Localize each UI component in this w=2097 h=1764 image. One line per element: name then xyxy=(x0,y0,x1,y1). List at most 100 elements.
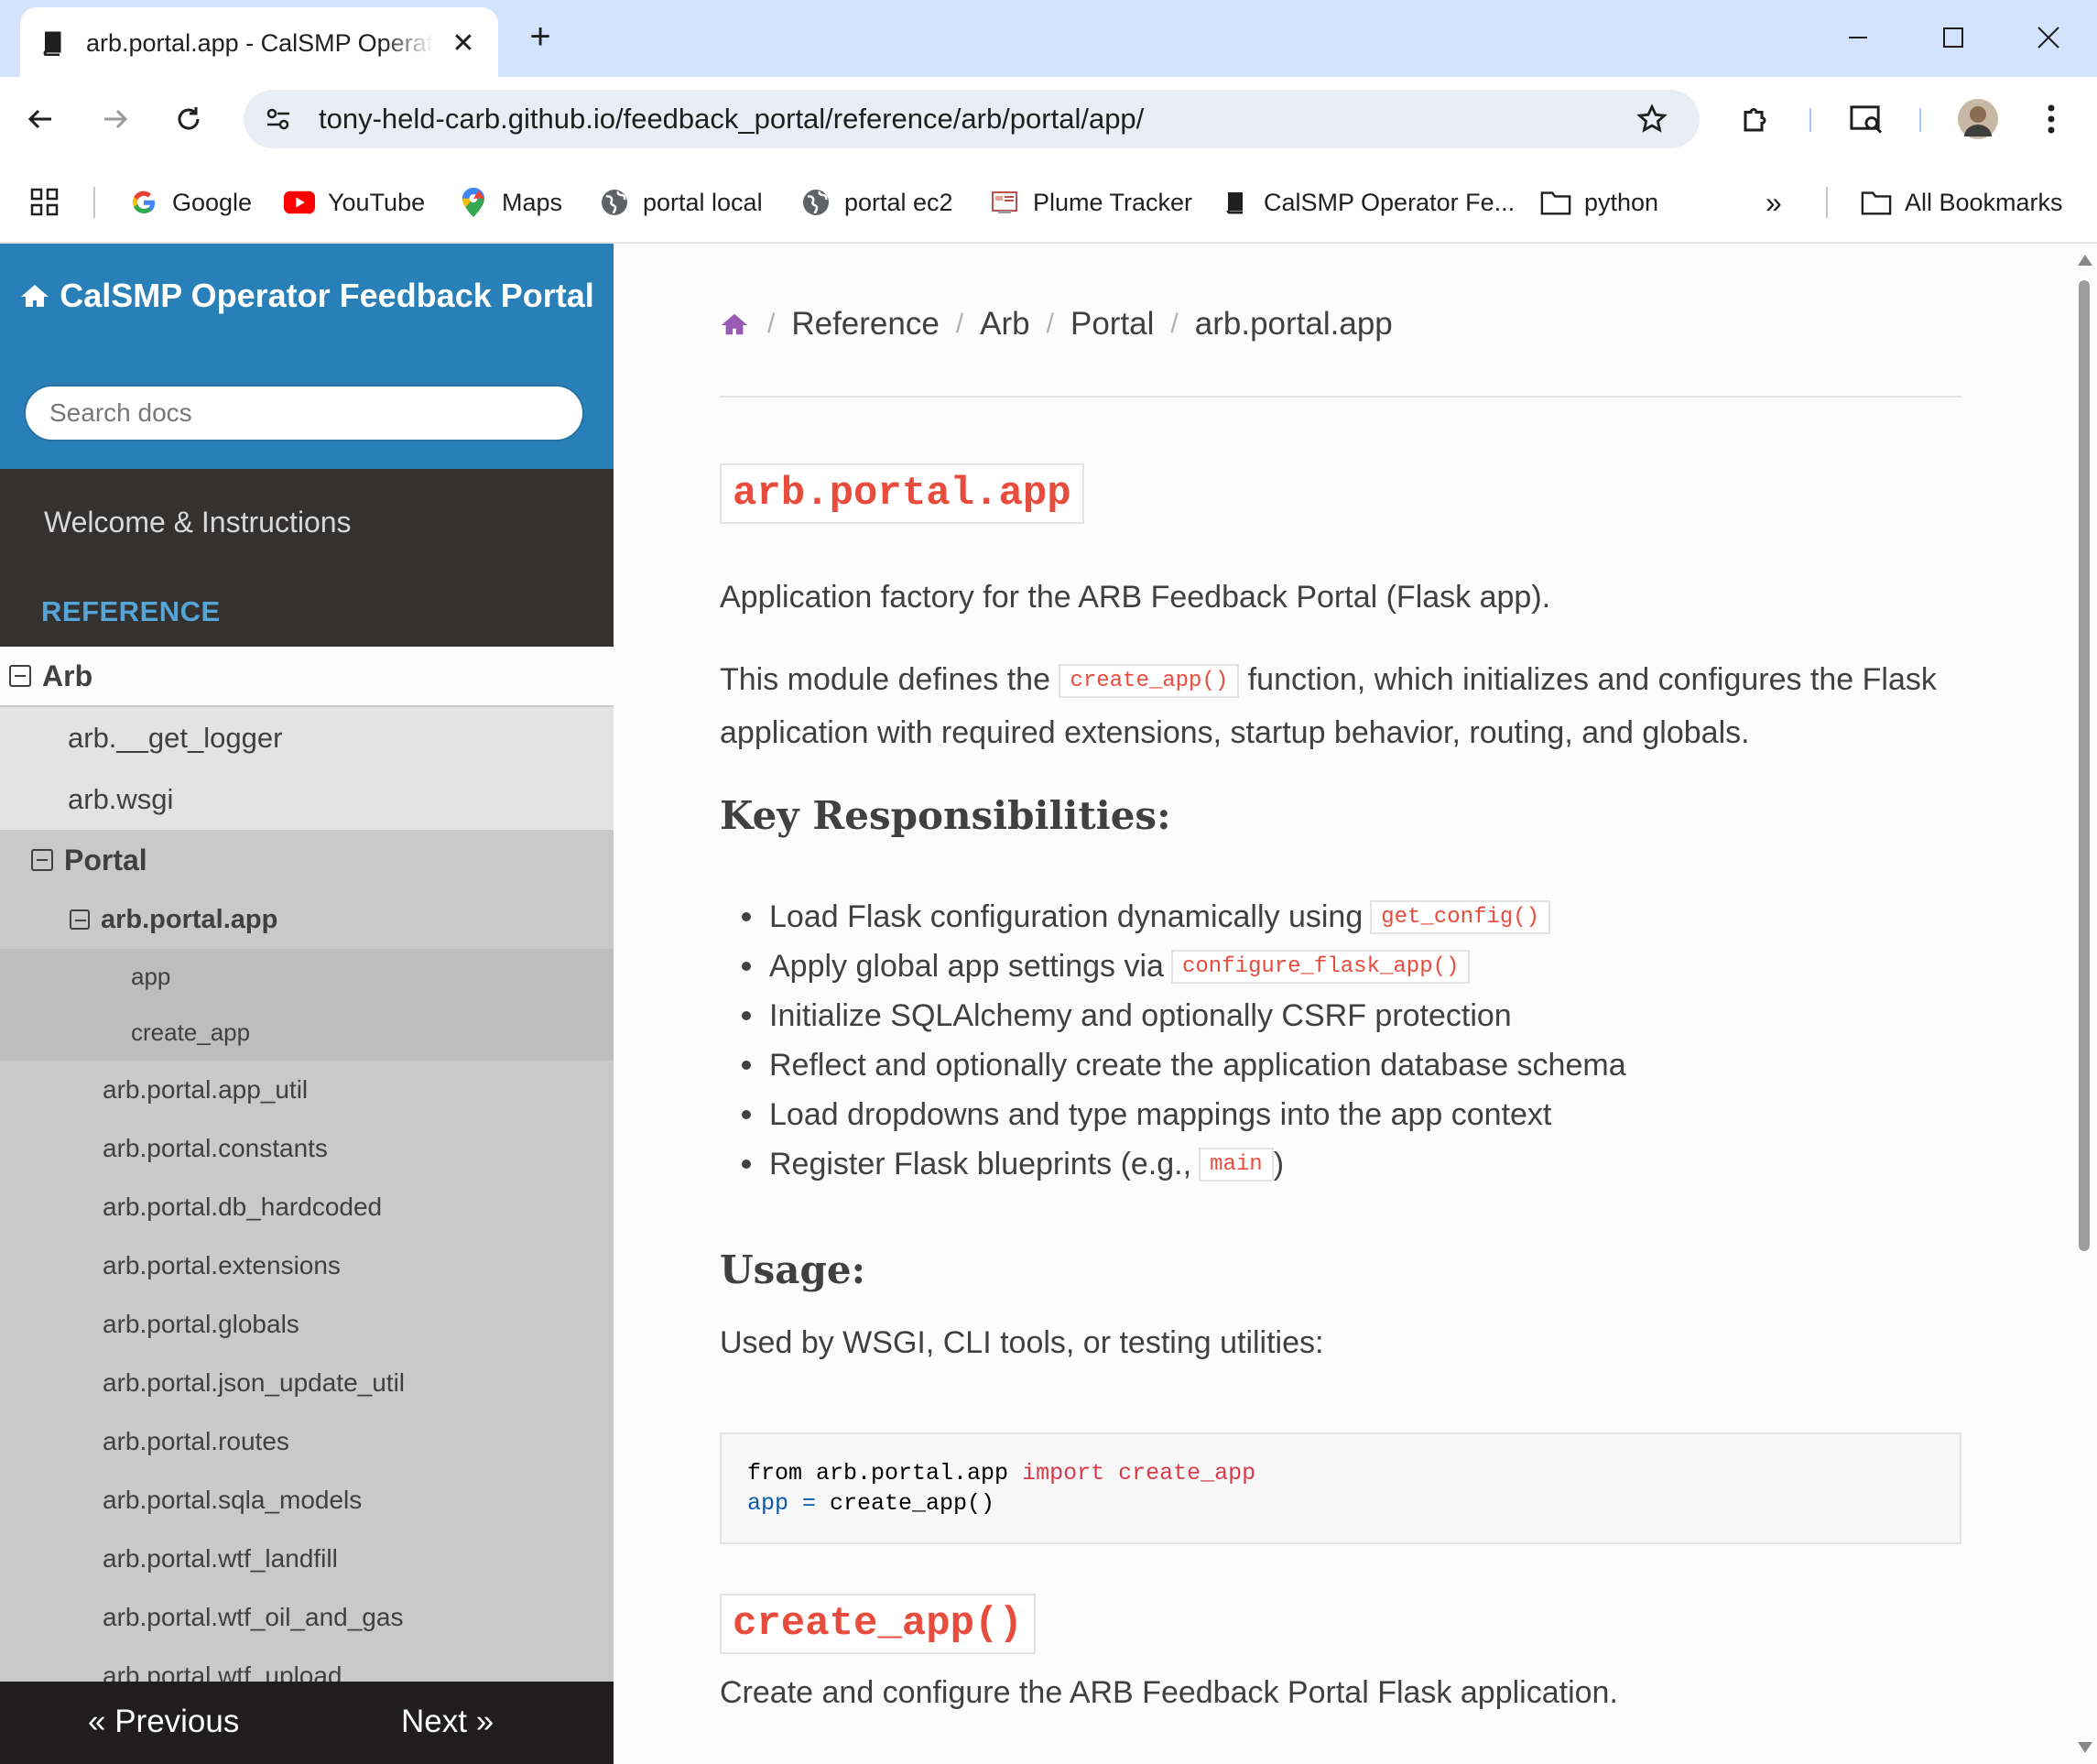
list-item: Apply global app settings via configure_f… xyxy=(742,942,1932,991)
sidebar-item-module[interactable]: arb.portal.wtf_oil_and_gas xyxy=(0,1588,614,1647)
address-bar[interactable]: tony-held-carb.github.io/feedback_portal… xyxy=(244,90,1700,148)
breadcrumb: / Reference / Arb / Portal / arb.portal.… xyxy=(720,306,1393,343)
code-token: app xyxy=(747,1490,789,1517)
bookmark-portal-local[interactable]: portal local xyxy=(599,181,763,223)
page-scrollbar[interactable] xyxy=(2071,244,2097,1764)
function-description: Create and configure the ARB Feedback Po… xyxy=(720,1675,1618,1710)
profile-avatar[interactable] xyxy=(1954,95,2002,143)
plume-tracker-icon xyxy=(989,187,1020,218)
breadcrumb-portal[interactable]: Portal xyxy=(1070,306,1154,343)
bookmark-maps[interactable]: Maps xyxy=(458,181,562,223)
home-icon[interactable] xyxy=(720,309,751,340)
tab-search-icon[interactable] xyxy=(1842,95,1890,143)
bookmark-label: portal ec2 xyxy=(844,188,953,216)
bookmark-youtube[interactable]: YouTube xyxy=(284,181,425,223)
maximize-icon[interactable] xyxy=(1930,15,1976,60)
previous-page-link[interactable]: « Previous xyxy=(88,1704,239,1740)
sidebar-item-module[interactable]: arb.portal.globals xyxy=(0,1295,614,1354)
sidebar-item-module[interactable]: arb.portal.json_update_util xyxy=(0,1354,614,1412)
bookmark-calsmp[interactable]: CalSMP Operator Fe... xyxy=(1220,181,1515,223)
list-item-text: Load dropdowns and type mappings into th… xyxy=(769,1096,1552,1132)
list-item-text: Register Flask blueprints (e.g., xyxy=(769,1146,1192,1181)
bookmark-google[interactable]: Google xyxy=(128,181,252,223)
inline-code[interactable]: configure_flask_app() xyxy=(1170,949,1471,984)
youtube-icon xyxy=(284,187,315,218)
browser-toolbar: tony-held-carb.github.io/feedback_portal… xyxy=(0,77,2097,161)
sidebar-item-arb-get-logger[interactable]: arb.__get_logger xyxy=(0,707,614,768)
divider xyxy=(720,396,1961,397)
bookmark-label: python xyxy=(1584,188,1659,216)
bookmark-star-icon[interactable] xyxy=(1632,99,1672,139)
scroll-thumb[interactable] xyxy=(2079,280,2090,1251)
usage-paragraph: Used by WSGI, CLI tools, or testing util… xyxy=(720,1325,1324,1360)
breadcrumb-current: arb.portal.app xyxy=(1194,306,1393,342)
code-block[interactable]: from arb.portal.app import create_app ap… xyxy=(720,1432,1961,1544)
browser-tab[interactable]: arb.portal.app - CalSMP Operator Feedbac… xyxy=(20,7,498,79)
back-icon[interactable] xyxy=(16,95,64,143)
breadcrumb-reference[interactable]: Reference xyxy=(791,306,939,343)
menu-icon[interactable] xyxy=(2027,95,2075,143)
bookmark-portal-ec2[interactable]: portal ec2 xyxy=(800,181,953,223)
sidebar-item-portal-app[interactable]: arb.portal.app xyxy=(0,890,614,949)
collapse-toggle-icon[interactable] xyxy=(31,849,53,871)
site-title-link[interactable]: CalSMP Operator Feedback Portal xyxy=(0,278,614,313)
sidebar-item-welcome[interactable]: Welcome & Instructions xyxy=(44,506,352,539)
inline-code[interactable]: main xyxy=(1199,1147,1274,1181)
minimize-icon[interactable] xyxy=(1835,15,1881,60)
sidebar-item-module[interactable]: arb.portal.app_util xyxy=(0,1061,614,1119)
intro-paragraph: Application factory for the ARB Feedback… xyxy=(720,580,1551,615)
next-page-link[interactable]: Next » xyxy=(401,1704,494,1740)
book-icon xyxy=(38,29,66,57)
reload-icon[interactable] xyxy=(165,95,212,143)
sidebar-item-create-app[interactable]: create_app xyxy=(0,1005,614,1061)
sidebar-item-module[interactable]: arb.portal.wtf_landfill xyxy=(0,1530,614,1588)
sidebar-item-portal[interactable]: Portal xyxy=(0,830,614,890)
bookmarks-divider xyxy=(93,187,95,218)
bookmark-plume-tracker[interactable]: Plume Tracker xyxy=(989,181,1192,223)
new-tab-icon[interactable]: + xyxy=(522,18,559,55)
sidebar-item-module[interactable]: arb.portal.extensions xyxy=(0,1236,614,1295)
toolbar-divider xyxy=(1919,108,1921,132)
inline-code[interactable]: create_app() xyxy=(1059,664,1240,699)
breadcrumb-separator: / xyxy=(1046,309,1054,339)
bookmarks-bar: Google YouTube Maps portal local portal … xyxy=(0,161,2097,244)
sidebar-item-module[interactable]: arb.portal.routes xyxy=(0,1412,614,1471)
close-window-icon[interactable] xyxy=(2026,15,2071,60)
sidebar-item-module[interactable]: arb.portal.sqla_models xyxy=(0,1471,614,1530)
bookmark-python-folder[interactable]: python xyxy=(1540,181,1658,223)
all-bookmarks-button[interactable]: All Bookmarks xyxy=(1861,181,2063,223)
sidebar-item-module[interactable]: arb.portal.constants xyxy=(0,1119,614,1178)
search-docs-input[interactable]: Search docs xyxy=(24,385,584,441)
bookmarks-overflow-button[interactable]: » xyxy=(1766,181,1782,223)
list-item-text: Load Flask configuration dynamically usi… xyxy=(769,898,1364,934)
extensions-icon[interactable] xyxy=(1733,95,1780,143)
apps-icon[interactable] xyxy=(29,181,60,223)
collapse-toggle-icon[interactable] xyxy=(9,665,31,687)
sidebar-item-arb-wsgi[interactable]: arb.wsgi xyxy=(0,768,614,830)
bullet-icon xyxy=(742,1011,751,1020)
maps-pin-icon xyxy=(458,187,489,218)
sidebar-item-module[interactable]: arb.portal.db_hardcoded xyxy=(0,1178,614,1236)
sidebar-item-app[interactable]: app xyxy=(0,949,614,1005)
sidebar-item-arb[interactable]: Arb xyxy=(0,647,614,707)
list-item: Load dropdowns and type mappings into th… xyxy=(742,1090,1932,1139)
bullet-icon xyxy=(742,1061,751,1070)
browser-tab-strip: arb.portal.app - CalSMP Operator Feedbac… xyxy=(0,0,2097,79)
site-settings-icon[interactable] xyxy=(258,99,299,139)
scroll-down-icon[interactable] xyxy=(2078,1742,2092,1753)
collapse-toggle-icon[interactable] xyxy=(70,909,90,930)
google-icon xyxy=(128,187,159,218)
code-token: from arb.portal.app xyxy=(747,1460,1023,1486)
scroll-up-icon[interactable] xyxy=(2078,255,2092,266)
bullet-icon xyxy=(742,1110,751,1119)
book-icon xyxy=(1220,187,1251,218)
toolbar-divider xyxy=(1809,108,1811,132)
sidebar-tree: Arb arb.__get_logger arb.wsgi Portal arb… xyxy=(0,647,614,1705)
inline-code[interactable]: get_config() xyxy=(1370,899,1551,934)
breadcrumb-arb[interactable]: Arb xyxy=(980,306,1029,343)
close-tab-icon[interactable]: ✕ xyxy=(447,27,480,60)
sidebar-footer-nav: « Previous Next » xyxy=(0,1682,614,1764)
forward-icon[interactable] xyxy=(92,95,139,143)
breadcrumb-separator: / xyxy=(1170,309,1179,339)
bullet-icon xyxy=(742,912,751,921)
